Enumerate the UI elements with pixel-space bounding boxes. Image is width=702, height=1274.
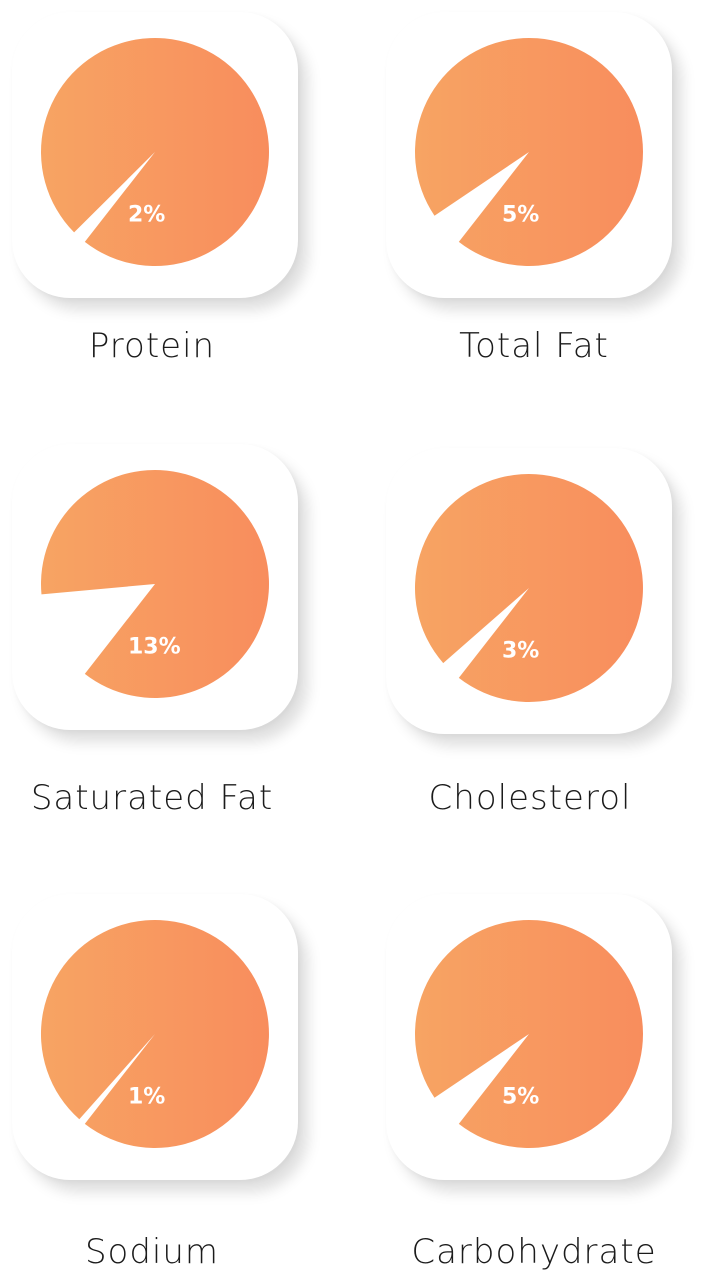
chart-label-cholesterol: Cholesterol: [428, 778, 632, 818]
pie-chart-saturated-fat: 13%: [41, 470, 270, 699]
chart-label-saturated-fat: Saturated Fat: [30, 778, 274, 818]
pie-slice-remaining: [414, 37, 643, 266]
pie-percent-label: 2%: [128, 203, 165, 228]
pie-slice-remaining: [414, 473, 643, 702]
pie-slice-remaining: [40, 919, 269, 1148]
pie-chart-carbohydrate: 5%: [414, 919, 643, 1148]
pie-slice-remaining: [40, 37, 269, 266]
pie-percent-label: 1%: [128, 1085, 165, 1110]
pie-chart-total-fat: 5%: [414, 37, 643, 266]
chart-label-carbohydrate: Carbohydrate: [411, 1232, 657, 1272]
chart-card-sodium: 1%: [12, 894, 298, 1180]
pie-slice-remaining: [41, 470, 270, 699]
pie-percent-label: 3%: [502, 639, 539, 664]
chart-label-sodium: Sodium: [84, 1232, 220, 1272]
chart-label-total-fat: Total Fat: [459, 326, 609, 366]
chart-label-protein: Protein: [88, 326, 216, 366]
chart-card-protein: 2%: [12, 12, 298, 298]
chart-card-total-fat: 5%: [386, 12, 672, 298]
pie-percent-label: 5%: [502, 203, 539, 228]
pie-slice-remaining: [414, 919, 643, 1148]
chart-card-saturated-fat: 13%: [12, 444, 298, 730]
pie-chart-protein: 2%: [40, 37, 269, 266]
pie-chart-cholesterol: 3%: [414, 473, 643, 702]
chart-card-cholesterol: 3%: [386, 448, 672, 734]
pie-percent-label: 5%: [502, 1085, 539, 1110]
pie-percent-label: 13%: [128, 635, 181, 660]
chart-card-carbohydrate: 5%: [386, 894, 672, 1180]
pie-chart-sodium: 1%: [40, 919, 269, 1148]
